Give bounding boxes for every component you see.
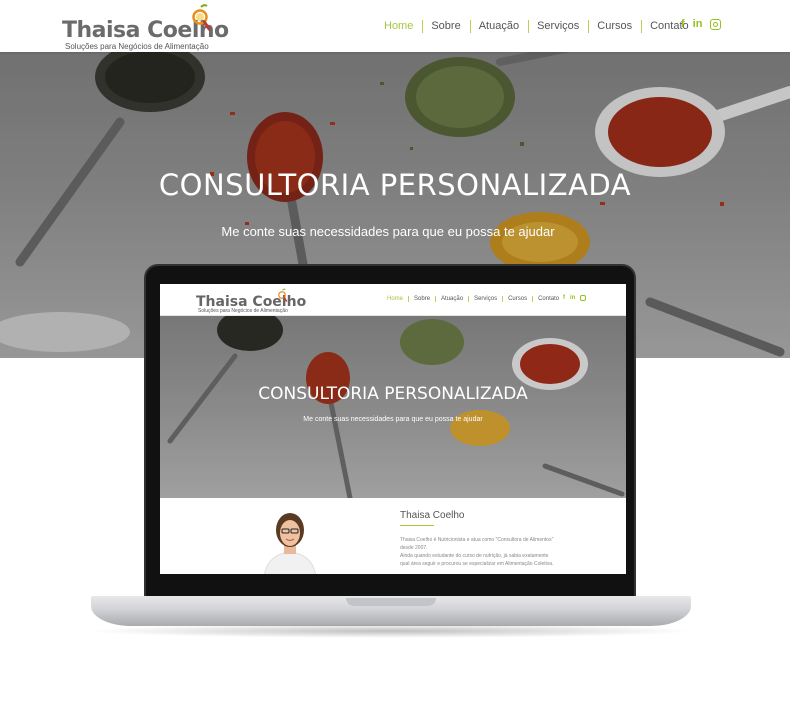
- nav-cursos[interactable]: Cursos: [588, 19, 641, 33]
- logo[interactable]: Thaisa Coelho Soluções para Negócios de …: [62, 4, 229, 51]
- preview-profile-photo: [263, 513, 317, 574]
- preview-nav-contato: Contato: [532, 296, 564, 302]
- preview-about-line: desde 2007.: [400, 545, 428, 551]
- logo-tagline: Soluções para Negócios de Alimentação: [65, 42, 209, 51]
- preview-nav-sobre: Sobre: [408, 296, 435, 302]
- preview-about-line: Thaisa Coelho é Nutricionista e atua com…: [400, 537, 554, 543]
- social-links: f in: [681, 17, 722, 31]
- preview-linkedin-icon: in: [570, 295, 576, 301]
- logo-magnifier-icon: [192, 4, 211, 31]
- nav-atuacao[interactable]: Atuação: [469, 19, 528, 33]
- laptop-mockup: Thaisa Coelho Soluções para Negócios de …: [85, 262, 697, 642]
- nav-servicos[interactable]: Serviços: [528, 19, 588, 33]
- instagram-icon[interactable]: [710, 18, 722, 30]
- preview-about-title: Thaisa Coelho: [400, 510, 465, 521]
- preview-nav-servicos: Serviços: [468, 296, 502, 302]
- nav-sobre[interactable]: Sobre: [422, 19, 469, 33]
- site-header: Thaisa Coelho Soluções para Negócios de …: [0, 0, 790, 52]
- preview-about-underline: [400, 525, 434, 526]
- preview-logo-magnifier-icon: [278, 288, 288, 302]
- preview-header: Thaisa Coelho Soluções para Negócios de …: [160, 284, 626, 316]
- laptop-opening-notch: [346, 598, 436, 606]
- hero-title: CONSULTORIA PERSONALIZADA: [158, 168, 632, 202]
- nav-home[interactable]: Home: [378, 20, 422, 33]
- preview-facebook-icon: f: [563, 295, 565, 301]
- preview-hero-subtitle: Me conte suas necessidades para que eu p…: [303, 416, 483, 423]
- main-nav: Home Sobre Atuação Serviços Cursos Conta…: [378, 19, 698, 33]
- linkedin-icon[interactable]: in: [693, 17, 703, 31]
- preview-about-line: Ainda quando estudante do curso de nutri…: [400, 553, 549, 559]
- laptop-shadow: [85, 624, 697, 638]
- preview-nav-cursos: Cursos: [502, 296, 532, 302]
- preview-about-line: qual área seguir e procurou se especiali…: [400, 561, 554, 567]
- preview-instagram-icon: [580, 295, 587, 301]
- preview-about-text: Thaisa Coelho é Nutricionista e atua com…: [400, 536, 622, 568]
- preview-nav: Home Sobre Atuação Serviços Cursos Conta…: [382, 296, 564, 302]
- facebook-icon[interactable]: f: [681, 17, 685, 31]
- preview-hero-title: CONSULTORIA PERSONALIZADA: [258, 384, 528, 404]
- preview-about-section: Thaisa Coelho Thaisa Coelho é Nutricioni…: [160, 498, 626, 574]
- hero-subtitle: Me conte suas necessidades para que eu p…: [221, 224, 555, 239]
- preview-nav-atuacao: Atuação: [435, 296, 468, 302]
- preview-nav-home: Home: [387, 296, 404, 302]
- laptop-screen: Thaisa Coelho Soluções para Negócios de …: [160, 284, 626, 574]
- preview-social: f in: [563, 295, 587, 301]
- preview-logo-tagline: Soluções para Negócios de Alimentação: [198, 308, 288, 314]
- preview-hero: CONSULTORIA PERSONALIZADA Me conte suas …: [160, 316, 626, 498]
- preview-spices-image: [160, 316, 626, 498]
